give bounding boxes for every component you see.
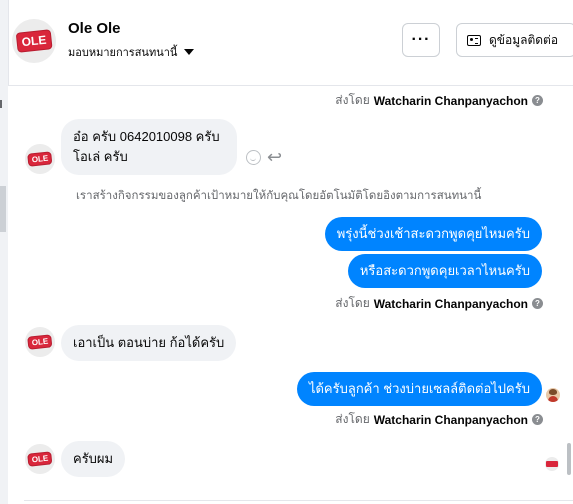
agent-name: Watcharin Chanpanyachon: [373, 93, 528, 108]
message-actions: ↩: [246, 148, 282, 166]
incoming-message[interactable]: อ๋อ ครับ 0642010098 ครับ โอเล่ ครับ: [61, 119, 237, 175]
info-icon[interactable]: ?: [532, 298, 543, 309]
sent-by-label: ส่งโดย Watcharin Chanpanyachon ?: [335, 91, 543, 110]
sent-by-label: ส่งโดย Watcharin Chanpanyachon ?: [335, 410, 543, 429]
ole-logo: OLE: [16, 30, 52, 52]
seen-by-agent-avatar: [546, 388, 560, 402]
more-options-button[interactable]: ···: [402, 23, 440, 57]
outgoing-message[interactable]: หรือสะดวกพูดคุยเวลาไหนครับ: [347, 254, 542, 288]
assign-conversation-dropdown[interactable]: มอบหมายการสนทนานี้: [68, 43, 195, 61]
system-note: เราสร้างกิจกรรมของลูกค้าเป้าหมายให้กับคุ…: [76, 190, 482, 202]
reply-icon[interactable]: ↩: [267, 148, 282, 166]
ole-logo: OLE: [28, 335, 52, 349]
left-edge-panel: [0, 0, 8, 504]
id-card-icon: [467, 34, 481, 46]
contact-name[interactable]: Ole Ole: [68, 20, 121, 37]
contact-avatar-small[interactable]: OLE: [25, 327, 55, 357]
outgoing-message[interactable]: ได้ครับลูกค้า ช่วงบ่ายเซลล์ติดต่อไปครับ: [296, 372, 542, 406]
agent-name: Watcharin Chanpanyachon: [373, 412, 528, 427]
view-contact-label: ดูข้อมูลติดต่อ: [489, 32, 559, 47]
caret-down-icon: [184, 49, 195, 55]
message-line: โอเล่ ครับ: [73, 149, 128, 164]
outgoing-message[interactable]: พรุ่งนี้ช่วงเช้าสะดวกพูดคุยไหมครับ: [324, 217, 542, 251]
info-icon[interactable]: ?: [532, 95, 543, 106]
message-line: อ๋อ ครับ 0642010098 ครับ: [73, 129, 220, 144]
contact-avatar[interactable]: OLE: [12, 19, 56, 63]
assign-label: มอบหมายการสนทนานี้: [68, 47, 178, 59]
seen-by-contact-avatar: [545, 457, 559, 471]
left-scroll-thumb[interactable]: [0, 186, 6, 232]
conversation-scrollbar[interactable]: [567, 443, 571, 475]
contact-avatar-small[interactable]: OLE: [25, 444, 55, 474]
composer-divider: [24, 500, 573, 501]
smile-icon[interactable]: [246, 150, 261, 165]
sent-by-label: ส่งโดย Watcharin Chanpanyachon ?: [335, 294, 543, 313]
ole-logo: OLE: [28, 452, 52, 466]
header-divider: [8, 0, 9, 86]
agent-name: Watcharin Chanpanyachon: [373, 296, 528, 311]
info-icon[interactable]: ?: [532, 414, 543, 425]
ole-logo: OLE: [28, 152, 52, 166]
incoming-message[interactable]: เอาเป็น ตอนบ่าย ก้อได้ครับ: [61, 325, 237, 361]
incoming-message[interactable]: ครับผม: [61, 441, 126, 477]
left-edge-mark: [0, 100, 2, 108]
contact-avatar-small[interactable]: OLE: [25, 144, 55, 174]
view-contact-button[interactable]: ดูข้อมูลติดต่อ: [456, 23, 573, 57]
